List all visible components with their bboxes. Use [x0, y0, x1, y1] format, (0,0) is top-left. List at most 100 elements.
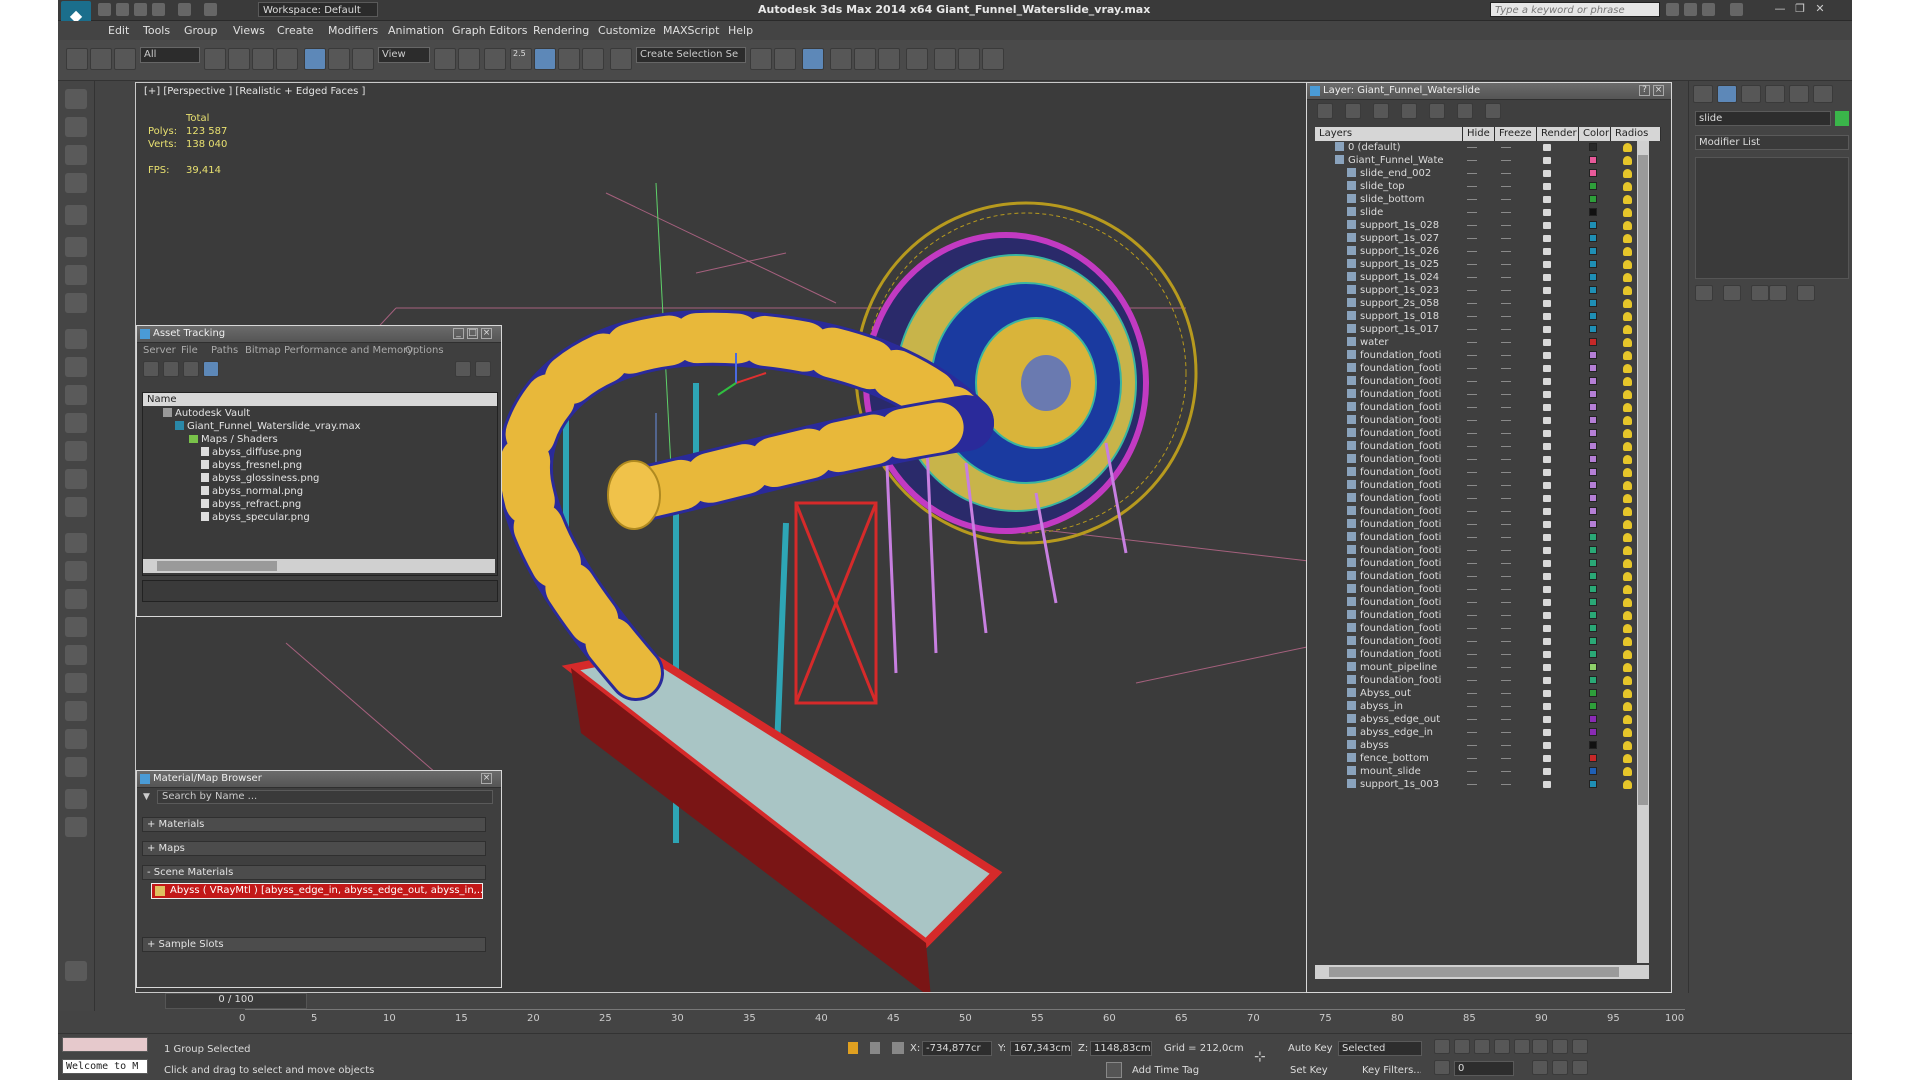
freeze-toggle[interactable]: [1501, 147, 1511, 148]
radiosity-bulb-icon[interactable]: [1623, 572, 1632, 581]
hide-toggle[interactable]: [1467, 667, 1477, 668]
freeze-toggle[interactable]: [1501, 628, 1511, 629]
layer-color-swatch[interactable]: [1589, 702, 1597, 710]
modifier-list-dropdown[interactable]: Modifier List: [1695, 135, 1849, 150]
redo-icon[interactable]: [178, 3, 191, 16]
col-color[interactable]: Color: [1579, 127, 1611, 141]
freeze-toggle[interactable]: [1501, 394, 1511, 395]
foliage-icon[interactable]: [65, 645, 87, 665]
render-teapot-icon[interactable]: [1543, 547, 1551, 554]
radiosity-bulb-icon[interactable]: [1623, 598, 1632, 607]
radiosity-bulb-icon[interactable]: [1623, 364, 1632, 373]
layer-row[interactable]: abyss_edge_in: [1317, 726, 1657, 739]
motion-tab-icon[interactable]: [1765, 85, 1785, 103]
minimize-icon[interactable]: _: [453, 328, 464, 339]
grid-view-icon[interactable]: [203, 361, 219, 377]
layer-row[interactable]: slide_end_002: [1317, 167, 1657, 180]
menu-views[interactable]: Views: [233, 24, 265, 37]
menu-rendering[interactable]: Rendering: [533, 24, 589, 37]
layer-row[interactable]: foundation_footi: [1317, 492, 1657, 505]
layer-color-swatch[interactable]: [1589, 143, 1597, 151]
restore-icon[interactable]: ❐: [1794, 3, 1806, 15]
layer-color-swatch[interactable]: [1589, 494, 1597, 502]
render-teapot-icon[interactable]: [1543, 495, 1551, 502]
radiosity-bulb-icon[interactable]: [1623, 338, 1632, 347]
radiosity-bulb-icon[interactable]: [1623, 481, 1632, 490]
maxscript-listener-input[interactable]: Welcome to M: [62, 1059, 148, 1074]
layer-explorer-titlebar[interactable]: Layer: Giant_Funnel_Waterslide ? ×: [1307, 83, 1671, 100]
hide-toggle[interactable]: [1467, 472, 1477, 473]
render-setup-icon[interactable]: [934, 48, 956, 70]
render-teapot-icon[interactable]: [1543, 677, 1551, 684]
scrollbar-thumb[interactable]: [1329, 967, 1619, 977]
hide-toggle[interactable]: [1467, 355, 1477, 356]
render-teapot-icon[interactable]: [1543, 287, 1551, 294]
layer-color-swatch[interactable]: [1589, 169, 1597, 177]
layer-row[interactable]: support_1s_026: [1317, 245, 1657, 258]
radiosity-bulb-icon[interactable]: [1623, 299, 1632, 308]
layer-row[interactable]: support_1s_024: [1317, 271, 1657, 284]
radiosity-bulb-icon[interactable]: [1623, 624, 1632, 633]
hair-icon[interactable]: [65, 673, 87, 693]
go-to-end-icon[interactable]: [1514, 1039, 1530, 1054]
layer-color-swatch[interactable]: [1589, 715, 1597, 723]
layer-row[interactable]: foundation_footi: [1317, 557, 1657, 570]
render-teapot-icon[interactable]: [1543, 248, 1551, 255]
layer-row[interactable]: foundation_footi: [1317, 609, 1657, 622]
hide-toggle[interactable]: [1467, 758, 1477, 759]
layer-row[interactable]: foundation_footi: [1317, 349, 1657, 362]
menu-tools[interactable]: Tools: [143, 24, 170, 37]
object-color-swatch[interactable]: [1835, 111, 1849, 126]
mini-listener[interactable]: [62, 1037, 148, 1052]
orbit-icon[interactable]: [1572, 1060, 1588, 1075]
radiosity-bulb-icon[interactable]: [1623, 156, 1632, 165]
radiosity-bulb-icon[interactable]: [1623, 585, 1632, 594]
communication-center-icon[interactable]: [1684, 3, 1697, 16]
align-icon[interactable]: [774, 48, 796, 70]
schematic-view-icon[interactable]: [878, 48, 900, 70]
layer-color-swatch[interactable]: [1589, 754, 1597, 762]
vertical-scrollbar[interactable]: [1637, 141, 1649, 963]
grid-icon[interactable]: [65, 173, 87, 193]
hide-toggle[interactable]: [1467, 680, 1477, 681]
layer-row[interactable]: slide: [1317, 206, 1657, 219]
layer-color-swatch[interactable]: [1589, 195, 1597, 203]
layer-row[interactable]: foundation_footi: [1317, 622, 1657, 635]
layer-color-swatch[interactable]: [1589, 234, 1597, 242]
horizontal-scrollbar[interactable]: [143, 559, 495, 573]
layer-row[interactable]: foundation_footi: [1317, 648, 1657, 661]
figure-icon[interactable]: [65, 589, 87, 609]
ball-icon[interactable]: [65, 497, 87, 517]
radiosity-bulb-icon[interactable]: [1623, 312, 1632, 321]
layer-color-swatch[interactable]: [1589, 507, 1597, 515]
menu-graph-editors[interactable]: Graph Editors: [452, 24, 528, 37]
layer-row[interactable]: foundation_footi: [1317, 453, 1657, 466]
time-slider[interactable]: 0 / 100: [165, 993, 307, 1009]
refresh-icon[interactable]: [143, 361, 159, 377]
scene-materials-section[interactable]: - Scene Materials: [142, 865, 486, 880]
helper-icon[interactable]: [65, 265, 87, 285]
keyboard-shortcut-override-icon[interactable]: [484, 48, 506, 70]
radiosity-bulb-icon[interactable]: [1623, 533, 1632, 542]
play-icon[interactable]: [1474, 1039, 1490, 1054]
key-mode-toggle-icon[interactable]: [1434, 1060, 1450, 1075]
maximize-icon[interactable]: □: [467, 328, 478, 339]
pin-stack-icon[interactable]: [1695, 285, 1713, 301]
minimize-icon[interactable]: —: [1774, 3, 1786, 15]
light-icon[interactable]: [65, 205, 87, 225]
col-render[interactable]: Render: [1537, 127, 1579, 141]
layer-row[interactable]: mount_pipeline: [1317, 661, 1657, 674]
render-teapot-icon[interactable]: [1543, 651, 1551, 658]
layer-row[interactable]: foundation_footi: [1317, 479, 1657, 492]
freeze-toggle[interactable]: [1501, 459, 1511, 460]
layer-row[interactable]: foundation_footi: [1317, 518, 1657, 531]
render-teapot-icon[interactable]: [1543, 781, 1551, 788]
freeze-toggle[interactable]: [1501, 771, 1511, 772]
layer-row[interactable]: support_1s_027: [1317, 232, 1657, 245]
radiosity-bulb-icon[interactable]: [1623, 637, 1632, 646]
render-production-icon[interactable]: [982, 48, 1004, 70]
cone-icon[interactable]: [65, 441, 87, 461]
col-layers[interactable]: Layers: [1315, 127, 1463, 141]
modify-tab-icon[interactable]: [1717, 85, 1737, 103]
layer-row[interactable]: support_1s_023: [1317, 284, 1657, 297]
